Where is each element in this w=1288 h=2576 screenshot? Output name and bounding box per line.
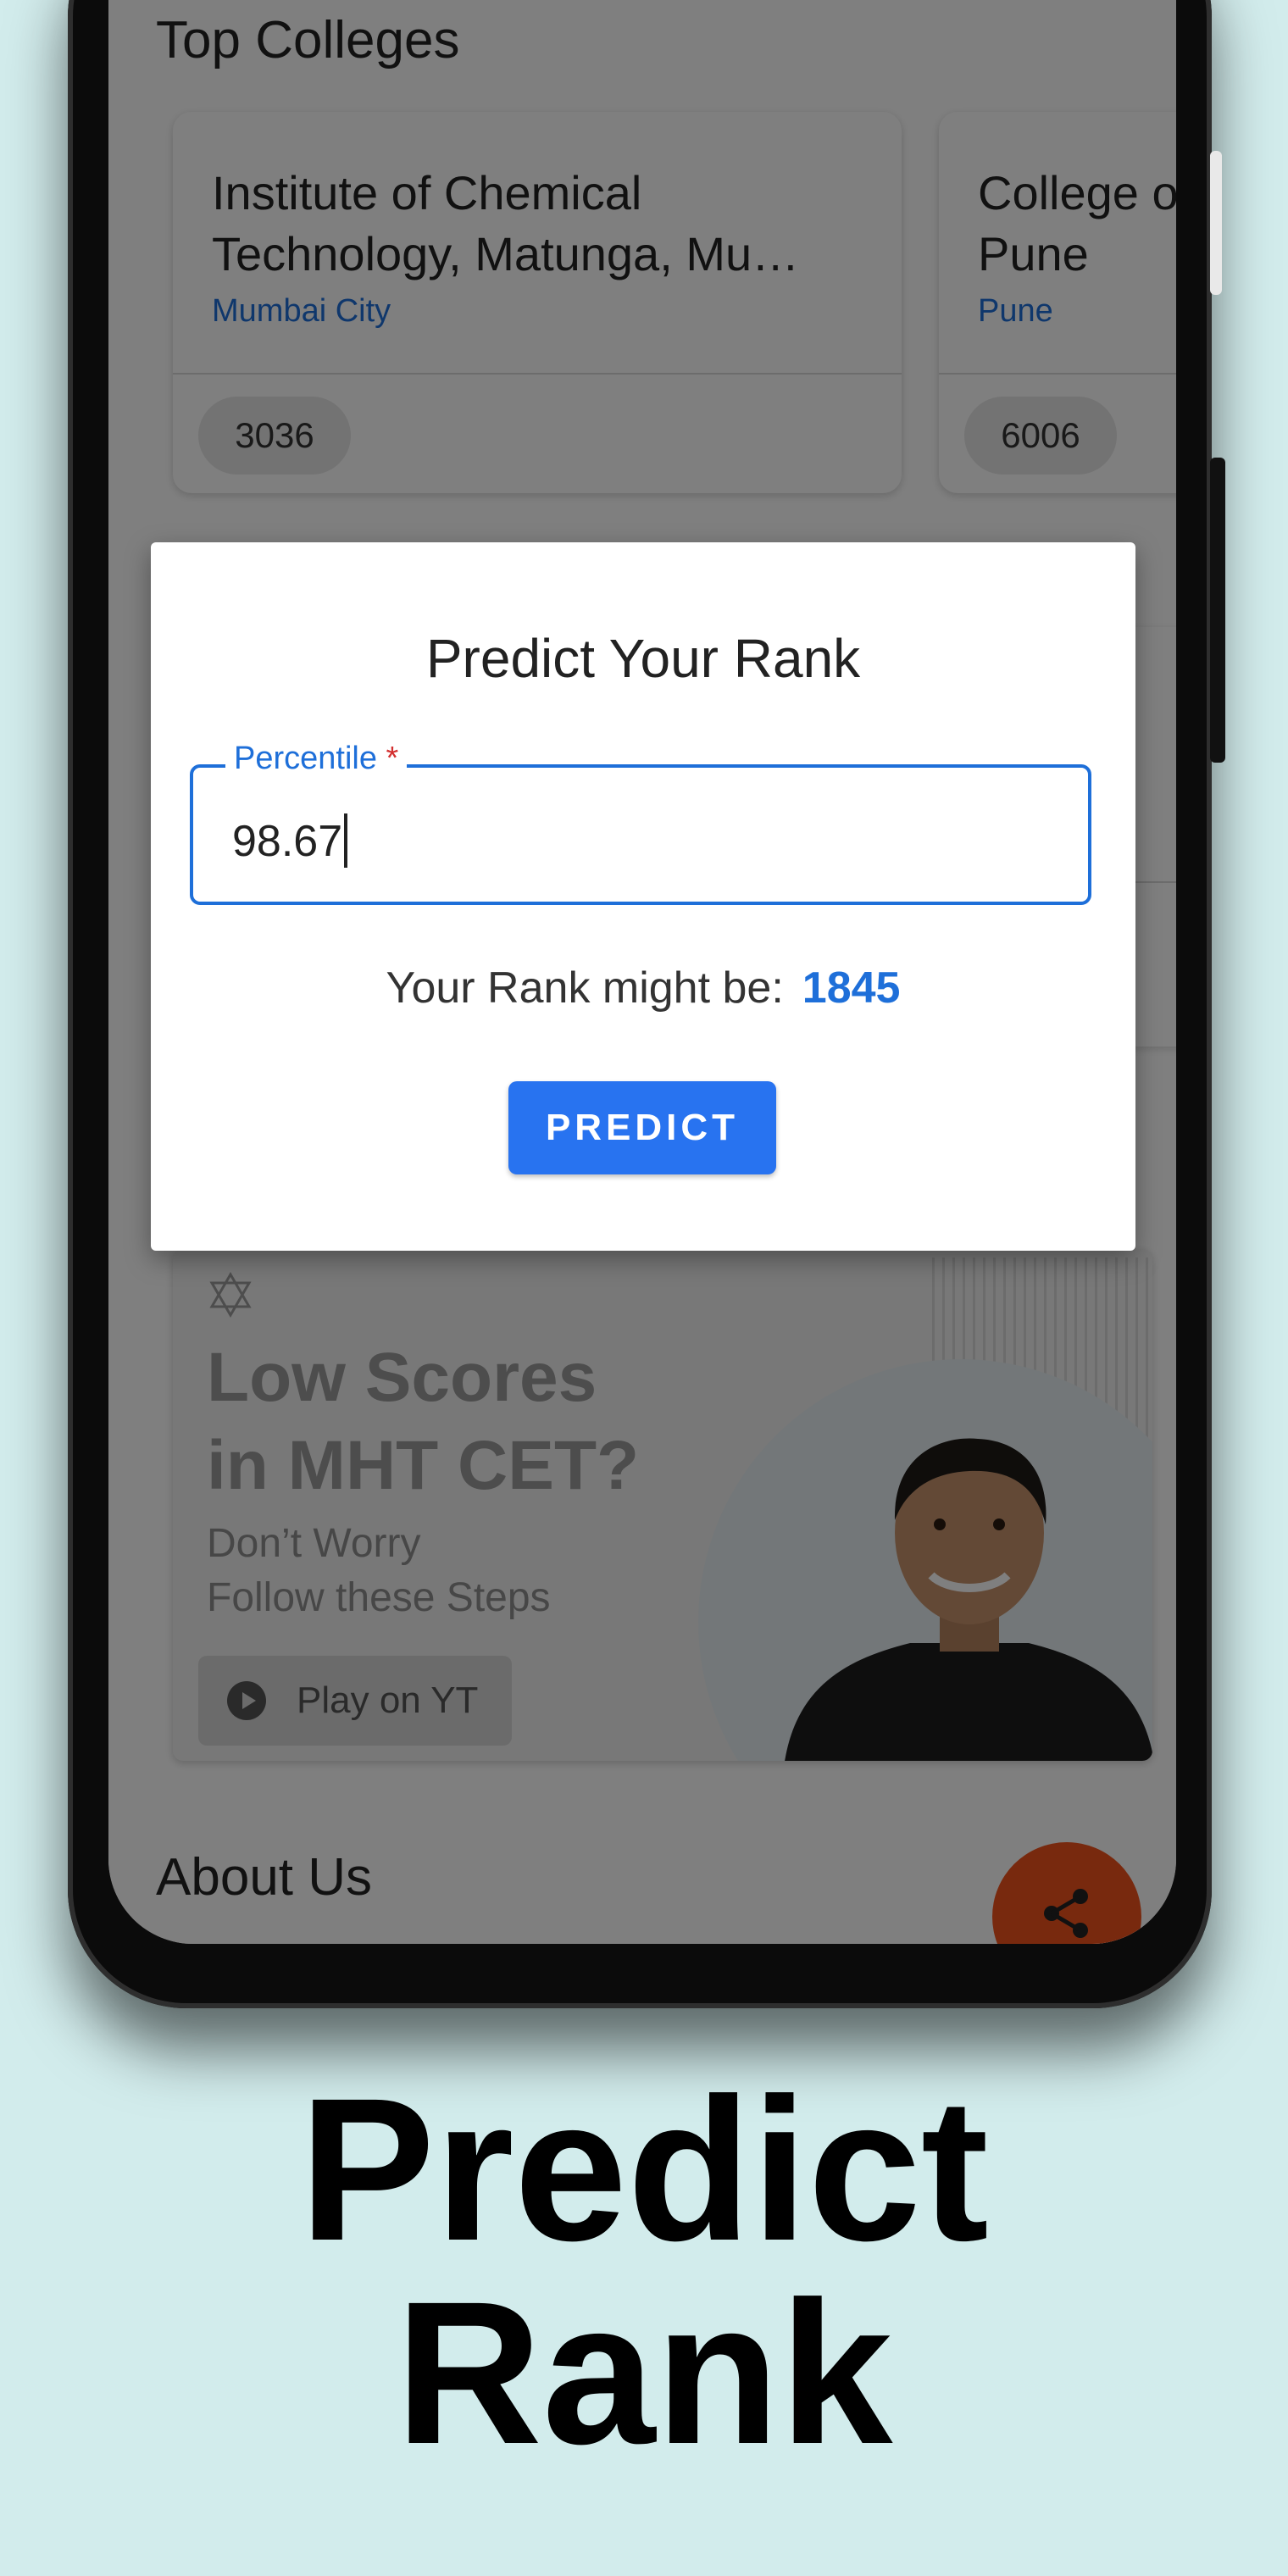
text-cursor	[344, 813, 348, 868]
promo-caption: Predict Rank	[0, 2068, 1288, 2474]
rank-result: Your Rank might be: 1845	[151, 963, 1135, 1013]
phone-volume-button	[1210, 458, 1225, 763]
predict-rank-dialog: Predict Your Rank Percentile * 98.67 You…	[151, 542, 1135, 1251]
required-mark: *	[386, 741, 399, 776]
percentile-label: Percentile *	[225, 741, 408, 777]
percentile-input[interactable]: Percentile * 98.67	[190, 741, 1091, 905]
percentile-value[interactable]: 98.67	[232, 813, 348, 868]
phone-screen: Top Colleges Institute of Chemical Techn…	[108, 0, 1176, 1944]
rank-result-value: 1845	[802, 963, 901, 1013]
predict-button[interactable]: PREDICT	[508, 1081, 776, 1174]
phone-side-button	[1210, 151, 1222, 295]
caption-line-2: Rank	[395, 2259, 893, 2486]
dialog-title: Predict Your Rank	[425, 628, 861, 689]
rank-result-label: Your Rank might be:	[386, 963, 784, 1013]
caption-line-1: Predict	[299, 2056, 989, 2283]
